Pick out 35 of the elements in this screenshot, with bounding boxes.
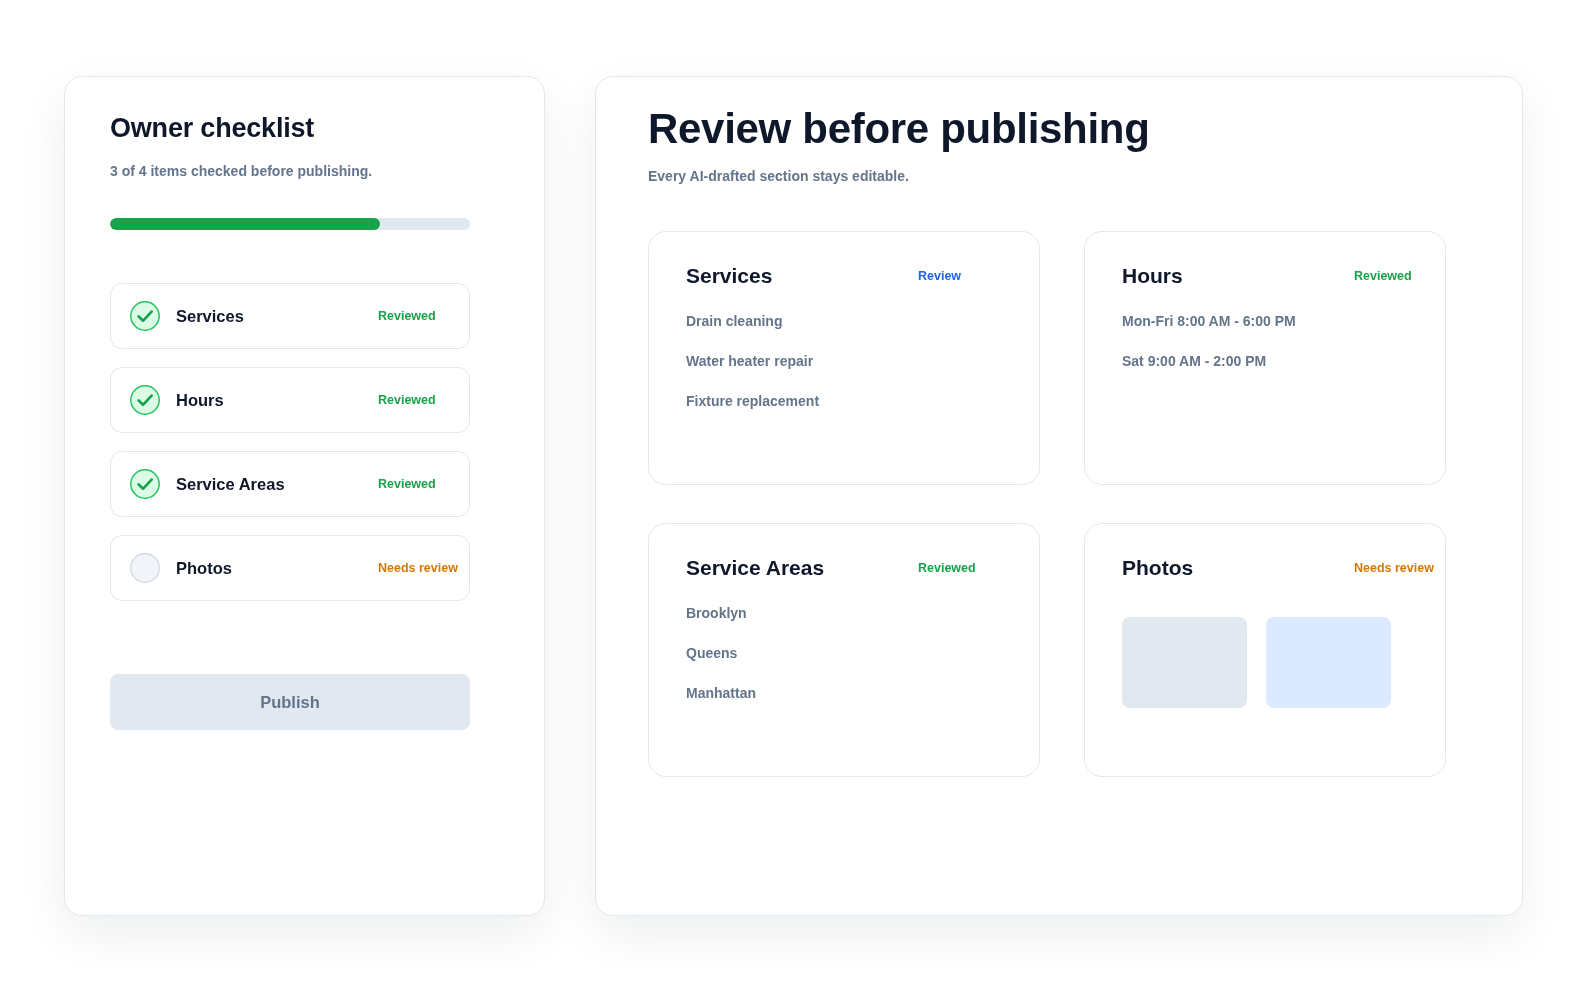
section-text: Water heater repair xyxy=(686,352,815,371)
item-label: Photos xyxy=(176,558,233,578)
page-subtitle: Every AI-drafted section stays editable. xyxy=(648,167,910,186)
section-text: Mon-Fri 8:00 AM - 6:00 PM xyxy=(1122,312,1297,331)
checklist-item[interactable]: Services Reviewed xyxy=(110,283,470,349)
section-text: Manhattan xyxy=(686,684,757,703)
status-label: Reviewed xyxy=(918,561,976,575)
page-title: Review before publishing xyxy=(648,104,1151,154)
section-text: Brooklyn xyxy=(686,604,748,623)
status-label: Needs review xyxy=(1354,561,1434,575)
section-title: Hours xyxy=(1122,263,1184,289)
checklist-item[interactable]: Photos Needs review xyxy=(110,535,470,601)
check-circle-icon[interactable] xyxy=(130,469,160,499)
status-label: Reviewed xyxy=(378,309,436,323)
item-label: Services xyxy=(176,306,245,326)
item-label: Service Areas xyxy=(176,474,286,494)
section-text: Fixture replacement xyxy=(686,392,821,411)
check-circle-icon[interactable] xyxy=(130,385,160,415)
section-title: Services xyxy=(686,263,774,289)
section-text: Drain cleaning xyxy=(686,312,784,331)
check-circle-icon[interactable] xyxy=(130,301,160,331)
section-text: Queens xyxy=(686,644,739,663)
checklist-title: Owner checklist xyxy=(110,112,316,144)
review-link[interactable]: Review xyxy=(918,269,962,283)
status-label: Reviewed xyxy=(378,477,436,491)
section-title: Service Areas xyxy=(686,555,826,581)
status-label: Reviewed xyxy=(378,393,436,407)
section-title: Photos xyxy=(1122,555,1195,581)
status-label: Needs review xyxy=(378,561,458,575)
status-label: Reviewed xyxy=(1354,269,1412,283)
checklist-item[interactable]: Service Areas Reviewed xyxy=(110,451,470,517)
item-label: Hours xyxy=(176,390,225,410)
checklist-item[interactable]: Hours Reviewed xyxy=(110,367,470,433)
section-text: Sat 9:00 AM - 2:00 PM xyxy=(1122,352,1268,371)
checklist-summary: 3 of 4 items checked before publishing. xyxy=(110,162,374,181)
